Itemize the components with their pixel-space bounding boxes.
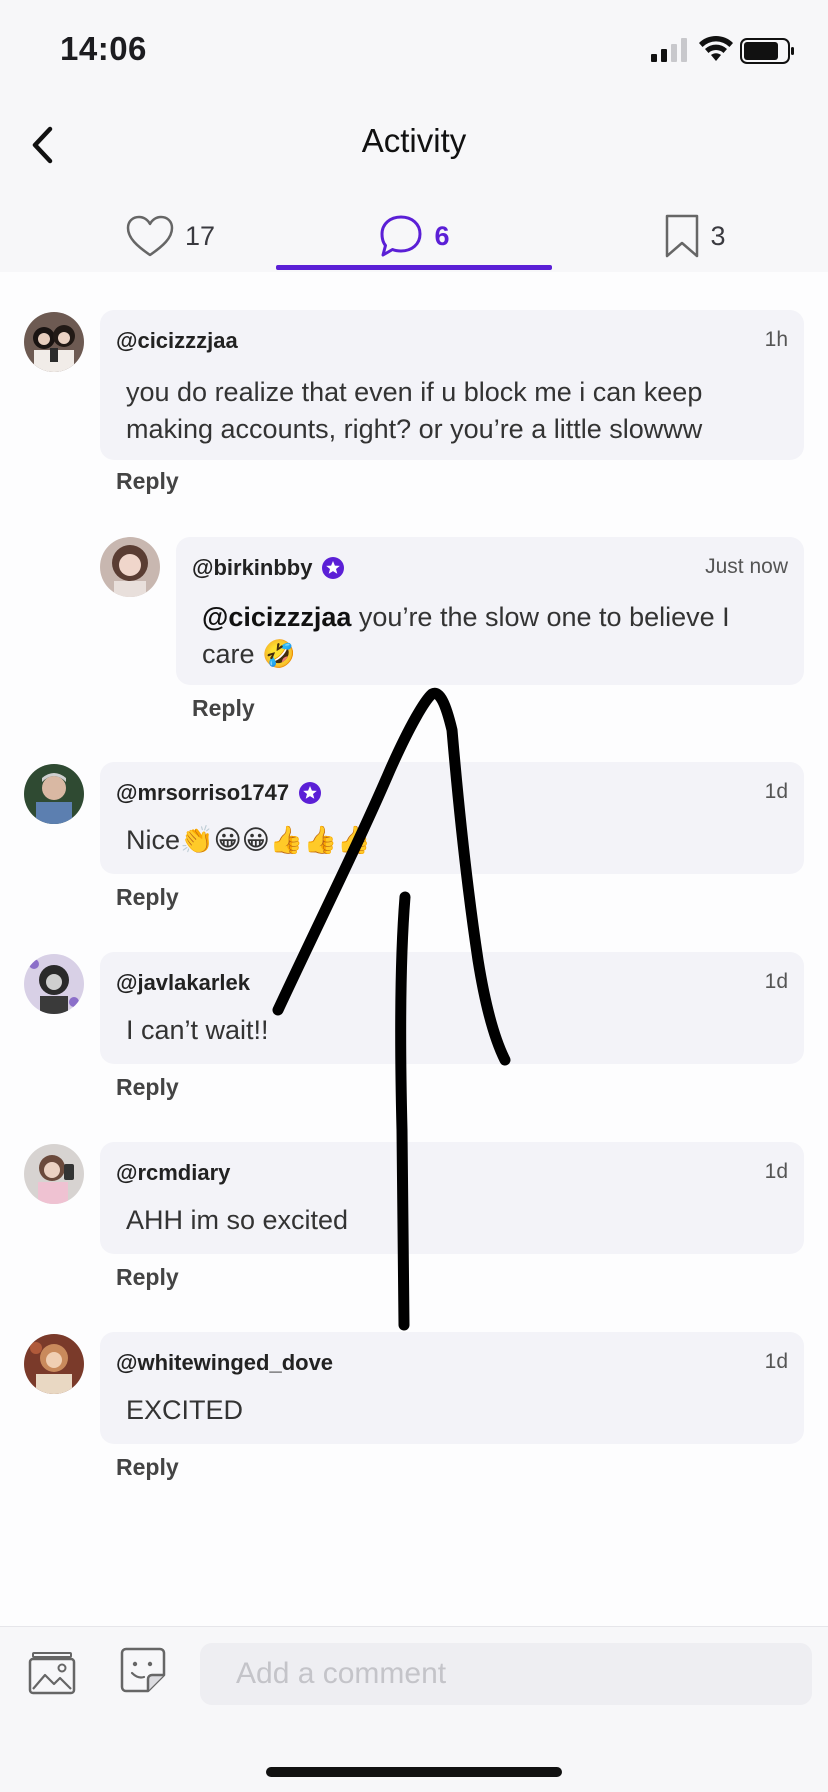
saves-count: 3 [710,220,726,251]
comment-text-line: care 🤣 [202,639,296,669]
likes-count: 17 [184,220,216,251]
comment-username[interactable]: @mrsorriso1747 [116,780,322,806]
comment-item: @whitewinged_dove 1d EXCITED Reply [0,1332,828,1492]
heart-icon [126,215,174,257]
comment-username[interactable]: @javlakarlek [116,970,250,996]
reply-button[interactable]: Reply [116,1264,179,1291]
comment-text: EXCITED [126,1395,244,1425]
comment-text-line: @cicizzzjaa you’re the slow one to belie… [202,599,782,636]
comment-bubble: @mrsorriso1747 1d Nice👏😀😀👍👍👍 [100,762,804,874]
tab-likes[interactable]: 17 [60,200,280,272]
tab-saves[interactable]: 3 [610,200,780,272]
avatar[interactable] [24,1334,84,1394]
comment-username[interactable]: @cicizzzjaa [116,328,238,354]
avatar[interactable] [100,537,160,597]
reply-button[interactable]: Reply [116,1454,179,1481]
avatar[interactable] [24,312,84,372]
tab-comments[interactable]: 6 [276,200,552,272]
wifi-icon [699,35,733,61]
comment-username[interactable]: @whitewinged_dove [116,1350,333,1376]
comment-time: 1h [764,328,788,351]
battery-icon [740,38,794,64]
comment-time: 1d [764,1160,788,1183]
comments-count: 6 [434,220,450,251]
avatar[interactable] [24,1144,84,1204]
comment-text: AHH im so excited [126,1205,349,1235]
reply-button[interactable]: Reply [116,1074,179,1101]
avatar[interactable] [24,954,84,1014]
comment-text: you do realize that even if u block me i… [126,374,782,448]
bookmark-icon [666,214,699,258]
comment-bubble: @rcmdiary 1d AHH im so excited [100,1142,804,1254]
comment-item: @cicizzzjaa 1h you do realize that even … [0,310,828,510]
page-title: Activity [361,122,467,159]
comment-username[interactable]: @birkinbby [192,555,345,581]
comment-text-fragment: you’re the slow one to believe I [351,602,730,632]
comment-bubble: @cicizzzjaa 1h you do realize that even … [100,310,804,460]
comment-item: @javlakarlek 1d I can’t wait!! Reply [0,952,828,1112]
reply-button[interactable]: Reply [116,468,179,495]
status-time: 14:06 [60,30,147,67]
sticker-icon[interactable] [120,1647,166,1693]
header: Activity 17 6 3 [0,100,828,272]
status-bar: 14:06 [0,0,828,100]
comment-item: @mrsorriso1747 1d Nice👏😀😀👍👍👍 Reply [0,762,828,922]
active-tab-indicator [276,265,552,270]
comment-text-line: you do realize that even if u block me i… [126,377,703,407]
comment-item-reply: @birkinbby Just now @cicizzzjaa you’re t… [0,537,828,737]
cellular-signal-icon [651,38,687,62]
username-text: @birkinbby [192,555,313,580]
comment-text: Nice👏😀😀👍👍👍 [126,825,371,855]
comment-time: 1d [764,970,788,993]
activity-tabs: 17 6 3 [0,200,828,272]
comment-item: @rcmdiary 1d AHH im so excited Reply [0,1142,828,1302]
verified-star-badge-icon [322,557,345,579]
image-icon[interactable] [28,1651,76,1695]
comment-text-line: making accounts, right? or you’re a litt… [126,414,703,444]
verified-star-badge-icon [299,782,322,804]
comment-bubble: @javlakarlek 1d I can’t wait!! [100,952,804,1064]
comment-username[interactable]: @rcmdiary [116,1160,230,1186]
avatar[interactable] [24,764,84,824]
comment-time: 1d [764,1350,788,1373]
comment-bubble: @whitewinged_dove 1d EXCITED [100,1332,804,1444]
comment-composer [0,1627,828,1792]
comment-text: I can’t wait!! [126,1015,269,1045]
mention-link[interactable]: @cicizzzjaa [202,602,351,632]
comment-time: 1d [764,780,788,803]
reply-button[interactable]: Reply [192,695,255,722]
home-indicator [266,1767,562,1777]
username-text: @mrsorriso1747 [116,780,290,805]
reply-button[interactable]: Reply [116,884,179,911]
speech-bubble-icon [380,215,422,257]
comment-time: Just now [705,555,788,578]
comment-text: @cicizzzjaa you’re the slow one to belie… [202,599,782,673]
comment-bubble: @birkinbby Just now @cicizzzjaa you’re t… [176,537,804,685]
comment-input[interactable] [200,1643,812,1705]
